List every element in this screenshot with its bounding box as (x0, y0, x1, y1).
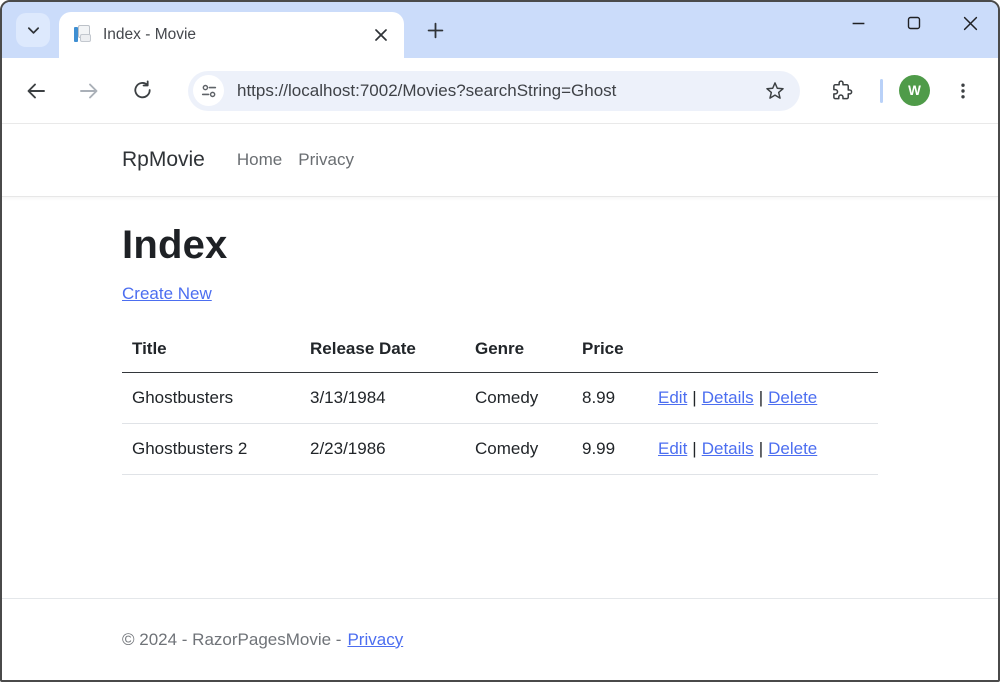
cell-title: Ghostbusters (122, 373, 300, 424)
back-button[interactable] (16, 71, 56, 111)
cell-actions: Edit | Details | Delete (648, 373, 878, 424)
table-row: Ghostbusters 2 2/23/1986 Comedy 9.99 Edi… (122, 424, 878, 475)
arrow-right-icon (77, 79, 101, 103)
cell-price: 9.99 (572, 424, 648, 475)
kebab-menu-icon (954, 82, 972, 100)
details-link[interactable]: Details (702, 439, 754, 458)
window-controls (830, 2, 998, 58)
profile-avatar[interactable]: W (899, 75, 930, 106)
arrow-left-icon (24, 79, 48, 103)
maximize-button[interactable] (886, 2, 942, 44)
browser-menu-button[interactable] (946, 74, 980, 108)
cell-genre: Comedy (465, 424, 572, 475)
close-window-button[interactable] (942, 2, 998, 44)
action-separator: | (759, 388, 763, 407)
chevron-down-icon (26, 23, 41, 38)
site-footer: © 2024 - RazorPagesMovie - Privacy (2, 598, 998, 680)
action-separator: | (692, 388, 696, 407)
page-content: RpMovie Home Privacy Index Create New Ti… (2, 124, 998, 680)
action-separator: | (692, 439, 696, 458)
new-tab-button[interactable] (420, 15, 450, 45)
nav-link-home[interactable]: Home (229, 150, 290, 170)
page-title: Index (122, 223, 878, 268)
main-content: Index Create New Title Release Date Genr… (2, 197, 998, 598)
puzzle-icon (831, 79, 854, 102)
browser-toolbar: https://localhost:7002/Movies?searchStri… (2, 58, 998, 124)
toolbar-right: W (822, 71, 980, 111)
header-actions (648, 331, 878, 373)
edit-link[interactable]: Edit (658, 439, 687, 458)
table-header-row: Title Release Date Genre Price (122, 331, 878, 373)
header-price: Price (572, 331, 648, 373)
address-bar[interactable]: https://localhost:7002/Movies?searchStri… (188, 71, 800, 111)
tab-close-icon[interactable] (370, 24, 392, 46)
movies-table: Title Release Date Genre Price Ghostbust… (122, 331, 878, 475)
table-row: Ghostbusters 3/13/1984 Comedy 8.99 Edit |… (122, 373, 878, 424)
cell-actions: Edit | Details | Delete (648, 424, 878, 475)
cell-price: 8.99 (572, 373, 648, 424)
forward-button[interactable] (69, 71, 109, 111)
delete-link[interactable]: Delete (768, 439, 817, 458)
close-icon (963, 16, 978, 31)
cell-release-date: 3/13/1984 (300, 373, 465, 424)
avatar-initial: W (908, 83, 921, 98)
site-settings-button[interactable] (193, 75, 224, 106)
cell-title: Ghostbusters 2 (122, 424, 300, 475)
maximize-icon (907, 16, 921, 30)
star-icon (764, 80, 786, 102)
header-release-date: Release Date (300, 331, 465, 373)
cell-genre: Comedy (465, 373, 572, 424)
tab-search-button[interactable] (16, 13, 50, 47)
delete-link[interactable]: Delete (768, 388, 817, 407)
tab-strip: Index - Movie (2, 2, 998, 58)
create-new-link[interactable]: Create New (122, 284, 212, 304)
header-genre: Genre (465, 331, 572, 373)
browser-tab[interactable]: Index - Movie (59, 12, 404, 58)
details-link[interactable]: Details (702, 388, 754, 407)
footer-privacy-link[interactable]: Privacy (347, 630, 403, 650)
tune-icon (200, 82, 218, 100)
action-separator: | (759, 439, 763, 458)
nav-link-privacy[interactable]: Privacy (290, 150, 362, 170)
page-favicon-icon (73, 25, 93, 45)
footer-copyright: © 2024 - RazorPagesMovie - (122, 630, 341, 650)
browser-window: Index - Movie (0, 0, 1000, 682)
extensions-button[interactable] (822, 71, 862, 111)
url-text[interactable]: https://localhost:7002/Movies?searchStri… (237, 81, 760, 101)
edit-link[interactable]: Edit (658, 388, 687, 407)
reload-button[interactable] (122, 71, 162, 111)
toolbar-divider (880, 79, 883, 103)
minimize-button[interactable] (830, 2, 886, 44)
reload-icon (131, 79, 154, 102)
cell-release-date: 2/23/1986 (300, 424, 465, 475)
bookmark-button[interactable] (760, 76, 790, 106)
tab-title: Index - Movie (103, 26, 370, 44)
brand-link[interactable]: RpMovie (122, 148, 205, 172)
minimize-icon (851, 16, 866, 31)
site-navbar: RpMovie Home Privacy (2, 124, 998, 197)
header-title: Title (122, 331, 300, 373)
